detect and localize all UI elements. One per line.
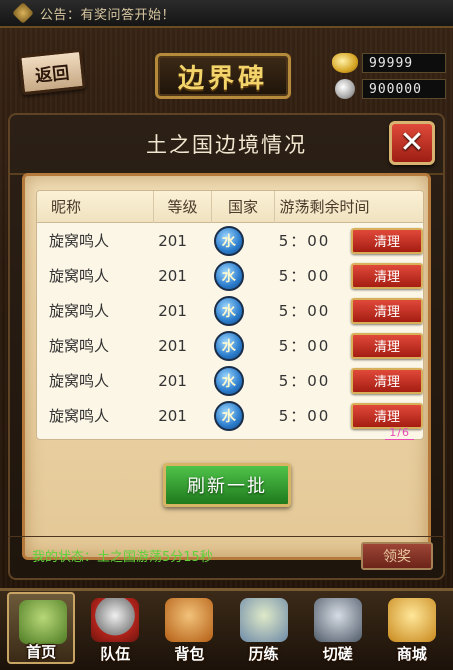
column-level: 等级 (153, 191, 211, 223)
player-name: 旋窝鸣人 (49, 267, 110, 285)
water-country-icon: 水 (213, 400, 244, 431)
water-country-icon: 水 (213, 330, 244, 361)
clear-button[interactable]: 清理 (351, 297, 423, 324)
player-level: 201 (158, 266, 187, 285)
roam-time: 5：00 (278, 302, 331, 320)
roam-time: 5：00 (278, 407, 331, 425)
page-title: 边界碑 (177, 63, 268, 94)
water-country-icon: 水 (213, 295, 244, 326)
water-country-icon: 水 (213, 260, 244, 291)
nav-spar[interactable]: 切磋 (304, 592, 372, 664)
nav-bag[interactable]: 背包 (155, 592, 223, 664)
announcement-text: 公告：有奖问答开始！ (40, 7, 176, 23)
clear-button[interactable]: 清理 (351, 402, 423, 429)
nav-team[interactable]: 队伍 (81, 592, 149, 664)
gold-counter: 99999 (332, 52, 446, 74)
gold-value: 99999 (362, 53, 446, 73)
player-name: 旋窝鸣人 (49, 302, 110, 320)
roam-time: 5：00 (278, 267, 331, 285)
back-button[interactable]: 返回 (18, 48, 86, 96)
nav-shop[interactable]: 商城 (378, 592, 446, 664)
bottom-nav: 首页 队伍 背包 历练 切磋 商城 (0, 588, 453, 670)
nav-label: 背包 (174, 645, 205, 663)
player-name: 旋窝鸣人 (49, 407, 110, 425)
headband-icon (91, 598, 140, 642)
scroll-bag-icon (165, 598, 214, 642)
map-scroll-icon (239, 598, 288, 642)
close-button[interactable]: ✕ (389, 121, 435, 165)
roam-time: 5：00 (278, 337, 331, 355)
page-title-plate: 边界碑 (155, 53, 291, 99)
table-row: 旋窝鸣人 201 水 5：00 清理 (37, 398, 423, 433)
nav-label: 队伍 (100, 645, 131, 663)
clear-button[interactable]: 清理 (351, 332, 423, 359)
header: 返回 边界碑 99999 900000 (0, 30, 453, 108)
nav-label: 商城 (396, 645, 427, 663)
kunai-icon (313, 598, 362, 642)
status-bar: 我的状态：土之国游荡5分15秒 领奖 (8, 536, 445, 574)
claim-reward-button[interactable]: 领奖 (361, 542, 433, 570)
roam-time: 5：00 (278, 232, 331, 250)
table-row: 旋窝鸣人 201 水 5：00 清理 (37, 328, 423, 363)
water-country-icon: 水 (213, 225, 244, 256)
player-name: 旋窝鸣人 (49, 372, 110, 390)
table-row: 旋窝鸣人 201 水 5：00 清理 (37, 223, 423, 258)
nav-home[interactable]: 首页 (7, 592, 76, 664)
player-level: 201 (158, 231, 187, 250)
nav-label: 切磋 (322, 645, 353, 663)
close-icon: ✕ (399, 125, 425, 160)
player-level: 201 (158, 301, 187, 320)
player-level: 201 (158, 371, 187, 390)
shuriken-icon (12, 2, 34, 24)
my-status-text: 我的状态：土之国游荡5分15秒 (32, 550, 213, 565)
column-country: 国家 (211, 191, 274, 223)
panel-header: 土之国边境情况 ✕ (10, 115, 443, 175)
house-icon (19, 600, 68, 644)
player-table: 昵称 等级 国家 游荡剩余时间 旋窝鸣人 201 水 5：00 清理 旋窝鸣人 … (36, 190, 424, 440)
nav-training[interactable]: 历练 (230, 592, 298, 664)
silver-coin-icon (335, 79, 355, 99)
announcement-bar: 公告：有奖问答开始！ (0, 0, 453, 28)
column-time: 游荡剩余时间 (274, 191, 374, 223)
table-header: 昵称 等级 国家 游荡剩余时间 (37, 191, 423, 223)
clear-button[interactable]: 清理 (351, 367, 423, 394)
table-row: 旋窝鸣人 201 水 5：00 清理 (37, 293, 423, 328)
back-button-label: 返回 (34, 62, 71, 87)
nav-label: 首页 (26, 643, 57, 661)
silver-counter: 900000 (332, 78, 446, 100)
refresh-button[interactable]: 刷新一批 (163, 463, 291, 507)
player-level: 201 (158, 336, 187, 355)
water-country-icon: 水 (213, 365, 244, 396)
player-name: 旋窝鸣人 (49, 337, 110, 355)
page-indicator: 1/6 (385, 426, 414, 440)
border-status-panel: 土之国边境情况 ✕ 昵称 等级 国家 游荡剩余时间 旋窝鸣人 201 水 5：0… (8, 113, 445, 580)
table-row: 旋窝鸣人 201 水 5：00 清理 (37, 363, 423, 398)
gold-ingot-icon (332, 53, 358, 73)
player-name: 旋窝鸣人 (49, 232, 110, 250)
table-row: 旋窝鸣人 201 水 5：00 清理 (37, 258, 423, 293)
clear-button[interactable]: 清理 (351, 262, 423, 289)
silver-value: 900000 (362, 79, 446, 99)
nav-label: 历练 (248, 645, 279, 663)
clear-button[interactable]: 清理 (351, 227, 423, 254)
player-level: 201 (158, 406, 187, 425)
lucky-cat-icon (387, 598, 436, 642)
column-name: 昵称 (51, 197, 82, 216)
roam-time: 5：00 (278, 372, 331, 390)
panel-title: 土之国边境情况 (146, 133, 307, 157)
